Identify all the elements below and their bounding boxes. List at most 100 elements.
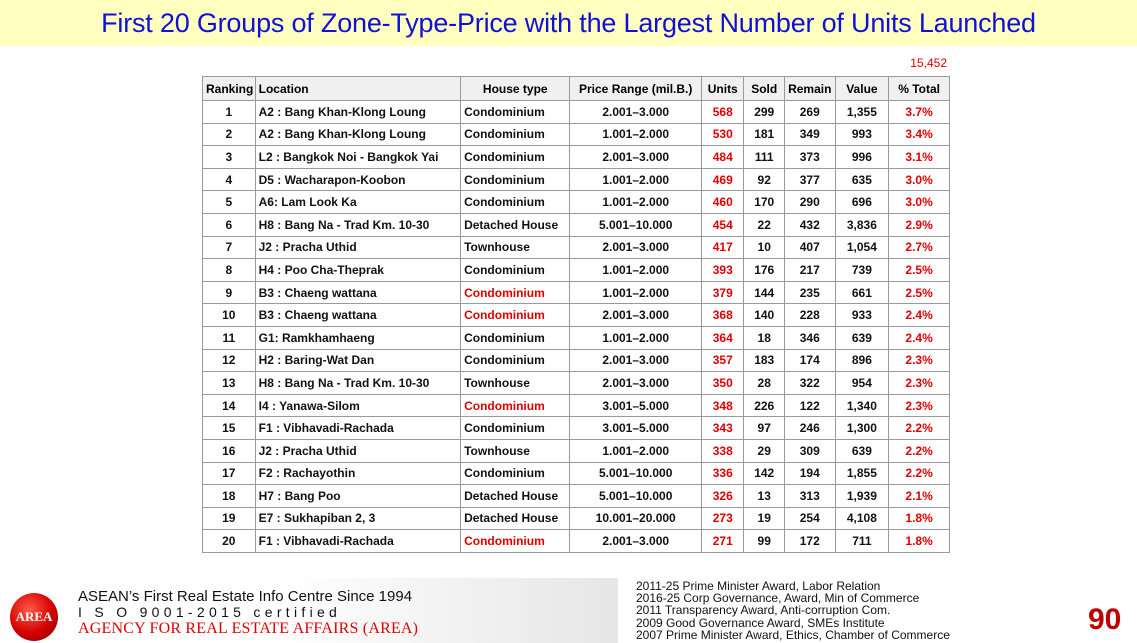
cell-units: 484 bbox=[700, 145, 745, 169]
cell-pct-total: 2.5% bbox=[888, 280, 950, 305]
page-title: First 20 Groups of Zone-Type-Price with … bbox=[101, 7, 1036, 38]
cell-house-type: Condominium bbox=[460, 167, 571, 192]
logo-text: AREA bbox=[15, 609, 53, 624]
cell-price-range: 3.001–5.000 bbox=[569, 416, 702, 440]
award-item: 2011 Transparency Award, Anti-corruption… bbox=[636, 603, 891, 618]
cell-units: 568 bbox=[700, 100, 745, 124]
cell-pct-total: 2.4% bbox=[888, 303, 950, 327]
cell-units: 348 bbox=[700, 393, 745, 418]
cell-house-type: Condominium bbox=[460, 461, 571, 486]
cell-remain: 407 bbox=[783, 235, 836, 260]
table-row: 13 H8 : Bang Na - Trad Km. 10-30 Townhouse… bbox=[202, 371, 950, 395]
cell-value: 696 bbox=[834, 190, 890, 214]
cell-value: 4,108 bbox=[834, 506, 890, 531]
header-location: Location bbox=[254, 76, 462, 101]
cell-house-type: Condominium bbox=[460, 325, 571, 350]
cell-units: 364 bbox=[700, 325, 745, 350]
area-logo: AREA bbox=[10, 593, 58, 641]
cell-value: 1,054 bbox=[834, 235, 890, 260]
cell-location: I4 : Yanawa-Silom bbox=[254, 393, 462, 418]
cell-remain: 172 bbox=[783, 529, 836, 553]
cell-ranking: 12 bbox=[202, 348, 256, 373]
cell-price-range: 1.001–2.000 bbox=[569, 167, 702, 192]
cell-ranking: 6 bbox=[202, 212, 256, 237]
table-row: 1 A2 : Bang Khan-Klong Loung Condominium 2.… bbox=[202, 100, 950, 124]
cell-remain: 309 bbox=[783, 438, 836, 463]
cell-ranking: 14 bbox=[202, 393, 256, 418]
cell-house-type: Condominium bbox=[460, 529, 571, 553]
ranking-table: Ranking Location House type Price Range … bbox=[202, 76, 950, 553]
cell-sold: 176 bbox=[743, 258, 785, 282]
cell-sold: 10 bbox=[743, 235, 785, 260]
cell-sold: 29 bbox=[743, 438, 785, 463]
cell-pct-total: 3.0% bbox=[888, 190, 950, 214]
cell-location: G1: Ramkhamhaeng bbox=[254, 325, 462, 350]
cell-sold: 226 bbox=[743, 393, 785, 418]
table-row: 18 H7 : Bang Poo Detached House 5.001–10.00… bbox=[202, 484, 950, 508]
footer-tagline: ASEAN’s First Real Estate Info Centre Si… bbox=[78, 588, 413, 605]
cell-remain: 174 bbox=[783, 348, 836, 373]
cell-location: L2 : Bangkok Noi - Bangkok Yai bbox=[254, 145, 462, 169]
cell-sold: 92 bbox=[743, 167, 785, 192]
cell-pct-total: 1.8% bbox=[888, 529, 950, 553]
header-ranking: Ranking bbox=[202, 76, 256, 101]
cell-units: 350 bbox=[700, 371, 745, 395]
cell-remain: 377 bbox=[783, 167, 836, 192]
table-row: 4 D5 : Wacharapon-Koobon Condominium 1.001–… bbox=[202, 167, 950, 192]
table-row: 6 H8 : Bang Na - Trad Km. 10-30 Detached H… bbox=[202, 212, 950, 237]
cell-ranking: 2 bbox=[202, 122, 256, 147]
cell-sold: 111 bbox=[743, 145, 785, 169]
footer-agency-name: AGENCY FOR REAL ESTATE AFFAIRS (AREA) bbox=[78, 620, 419, 637]
cell-ranking: 19 bbox=[202, 506, 256, 531]
cell-remain: 269 bbox=[783, 100, 836, 124]
cell-value: 3,836 bbox=[834, 212, 890, 237]
cell-value: 1,340 bbox=[834, 393, 890, 418]
table-row: 14 I4 : Yanawa-Silom Condominium 3.001–5.00… bbox=[202, 393, 950, 418]
cell-house-type: Condominium bbox=[460, 280, 571, 305]
table-row: 7 J2 : Pracha Uthid Townhouse 2.001–3.000 41… bbox=[202, 235, 950, 260]
header-pct-total: % Total bbox=[888, 76, 950, 101]
cell-sold: 170 bbox=[743, 190, 785, 214]
cell-remain: 290 bbox=[783, 190, 836, 214]
cell-price-range: 2.001–3.000 bbox=[569, 303, 702, 327]
table-row: 16 J2 : Pracha Uthid Townhouse 1.001–2.000 3… bbox=[202, 438, 950, 463]
cell-ranking: 16 bbox=[202, 438, 256, 463]
cell-location: J2 : Pracha Uthid bbox=[254, 438, 462, 463]
table-row: 11 G1: Ramkhamhaeng Condominium 1.001–2.000… bbox=[202, 325, 950, 350]
cell-pct-total: 3.4% bbox=[888, 122, 950, 147]
cell-value: 639 bbox=[834, 438, 890, 463]
cell-house-type: Townhouse bbox=[460, 438, 571, 463]
table-row: 12 H2 : Baring-Wat Dan Condominium 2.001–3.… bbox=[202, 348, 950, 373]
cell-location: H7 : Bang Poo bbox=[254, 484, 462, 508]
cell-units: 460 bbox=[700, 190, 745, 214]
header-price-range: Price Range (mil.B.) bbox=[569, 76, 702, 101]
awards-list: 2011-25 Prime Minister Award, Labor Rela… bbox=[636, 580, 950, 641]
cell-ranking: 1 bbox=[202, 100, 256, 124]
cell-remain: 322 bbox=[783, 371, 836, 395]
cell-sold: 22 bbox=[743, 212, 785, 237]
cell-price-range: 1.001–2.000 bbox=[569, 190, 702, 214]
cell-price-range: 2.001–3.000 bbox=[569, 529, 702, 553]
cell-location: H2 : Baring-Wat Dan bbox=[254, 348, 462, 373]
cell-house-type: Townhouse bbox=[460, 371, 571, 395]
cell-pct-total: 2.4% bbox=[888, 325, 950, 350]
cell-pct-total: 2.3% bbox=[888, 348, 950, 373]
cell-location: A2 : Bang Khan-Klong Loung bbox=[254, 122, 462, 147]
cell-price-range: 5.001–10.000 bbox=[569, 461, 702, 486]
cell-price-range: 1.001–2.000 bbox=[569, 325, 702, 350]
table-header-row: Ranking Location House type Price Range … bbox=[202, 76, 950, 101]
cell-house-type: Detached House bbox=[460, 212, 571, 237]
cell-pct-total: 2.9% bbox=[888, 212, 950, 237]
table-row: 17 F2 : Rachayothin Condominium 5.001–10.00… bbox=[202, 461, 950, 486]
cell-price-range: 1.001–2.000 bbox=[569, 280, 702, 305]
cell-pct-total: 2.2% bbox=[888, 461, 950, 486]
cell-value: 954 bbox=[834, 371, 890, 395]
cell-remain: 246 bbox=[783, 416, 836, 440]
cell-location: A2 : Bang Khan-Klong Loung bbox=[254, 100, 462, 124]
cell-pct-total: 3.0% bbox=[888, 167, 950, 192]
cell-ranking: 7 bbox=[202, 235, 256, 260]
cell-units: 343 bbox=[700, 416, 745, 440]
cell-location: F1 : Vibhavadi-Rachada bbox=[254, 529, 462, 553]
cell-units: 338 bbox=[700, 438, 745, 463]
cell-value: 933 bbox=[834, 303, 890, 327]
